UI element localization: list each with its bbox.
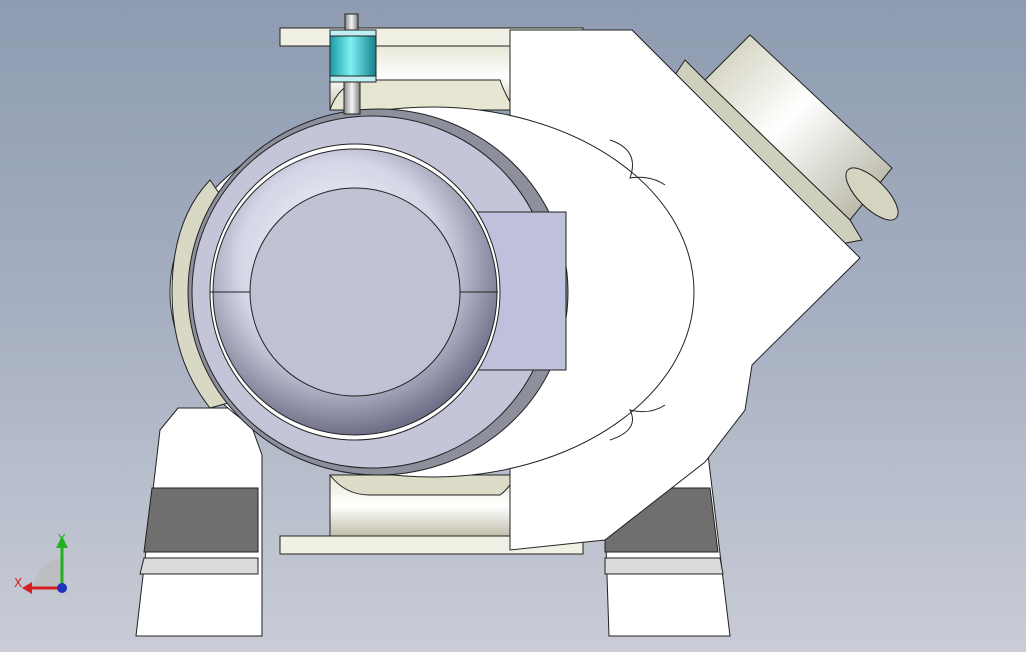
x-axis-arrowhead [22, 582, 32, 594]
x-axis-label: X [14, 576, 22, 590]
stem-sleeve[interactable] [329, 29, 377, 83]
y-axis-label: Y [57, 532, 66, 546]
z-axis-dot [57, 583, 67, 593]
cad-viewport[interactable]: Y X [0, 0, 1026, 652]
orientation-triad: Y X [10, 530, 80, 600]
triad-plane [32, 558, 62, 588]
valve-ball[interactable] [209, 143, 501, 441]
left-support-leg[interactable] [135, 407, 263, 637]
valve-assembly-model[interactable] [0, 0, 1026, 652]
